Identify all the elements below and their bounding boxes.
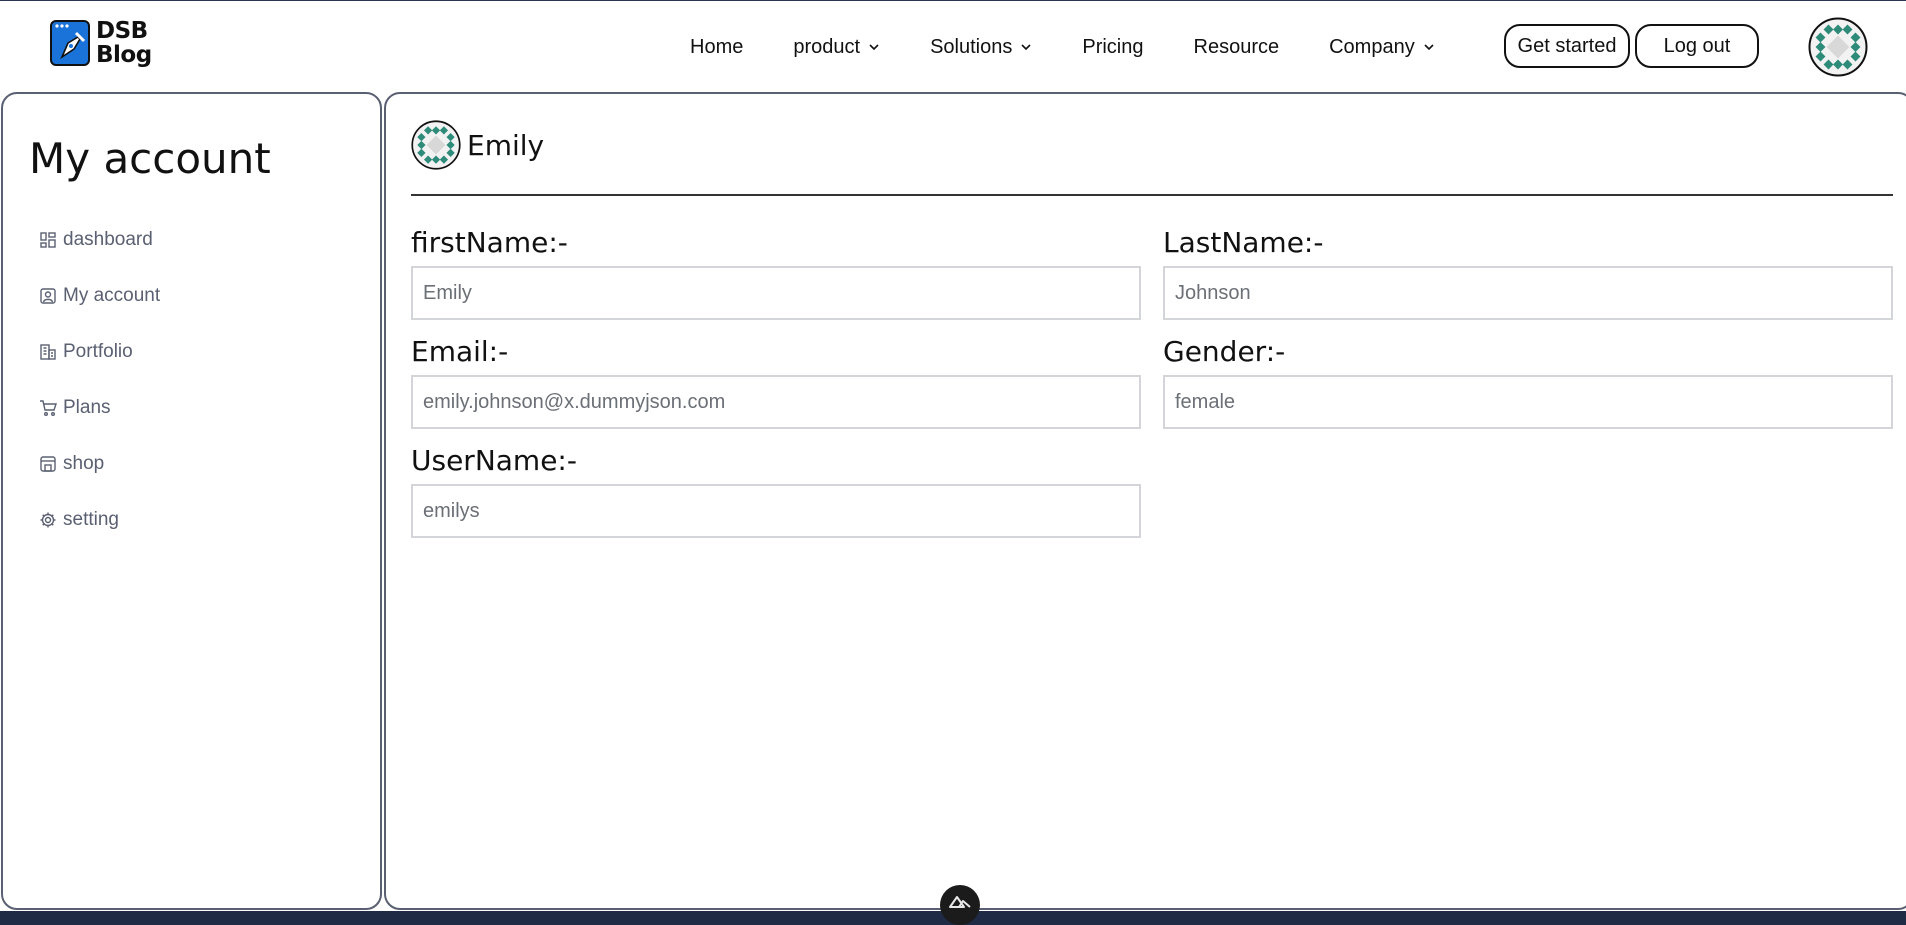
- logo-line-2: Blog: [96, 42, 152, 68]
- chevron-down-icon: [869, 44, 879, 51]
- profile-name: Emily: [467, 128, 545, 162]
- main-nav: Home product Solutions Pricing Resource …: [690, 27, 1485, 67]
- sidebar-item-setting[interactable]: setting: [39, 492, 160, 548]
- account-sidebar: My account dashboard My account Portfoli…: [1, 92, 382, 910]
- nav-product[interactable]: product: [793, 36, 880, 59]
- logo-text: DSB Blog: [96, 19, 152, 67]
- sidebar-item-label: shop: [63, 453, 105, 474]
- devtools-badge[interactable]: [940, 885, 980, 925]
- geometric-avatar-icon: [411, 120, 461, 170]
- site-logo[interactable]: DSB Blog: [50, 19, 152, 67]
- nav-pricing-label: Pricing: [1082, 35, 1144, 58]
- sidebar-item-label: setting: [63, 509, 119, 530]
- chevron-down-icon: [1424, 44, 1434, 51]
- gear-icon: [40, 512, 56, 528]
- email-input[interactable]: [411, 375, 1141, 429]
- profile-header: Emily: [411, 120, 544, 170]
- nav-company-label: Company: [1329, 35, 1415, 58]
- dashboard-icon: [40, 232, 56, 248]
- logo-line-1: DSB: [96, 18, 148, 44]
- nav-home-label: Home: [690, 35, 744, 58]
- mountain-logo-icon: [949, 896, 971, 908]
- cart-icon: [40, 400, 57, 416]
- sidebar-item-dashboard[interactable]: dashboard: [39, 212, 160, 268]
- username-label: UserName:-: [411, 444, 577, 477]
- username-field: UserName:-: [411, 442, 1141, 538]
- first-name-field: firstName:-: [411, 224, 1141, 320]
- nav-resource[interactable]: Resource: [1194, 36, 1280, 59]
- user-icon: [40, 288, 56, 304]
- get-started-button[interactable]: Get started: [1504, 24, 1630, 68]
- email-field: Email:-: [411, 333, 1141, 429]
- sidebar-item-plans[interactable]: Plans: [39, 380, 160, 436]
- sidebar-title: My account: [29, 134, 271, 183]
- nav-resource-label: Resource: [1193, 35, 1280, 58]
- nav-solutions[interactable]: Solutions: [930, 36, 1032, 59]
- sidebar-item-shop[interactable]: shop: [39, 436, 160, 492]
- gender-label: Gender:-: [1163, 335, 1286, 368]
- last-name-field: LastName:-: [1163, 224, 1893, 320]
- email-label: Email:-: [411, 335, 509, 368]
- sidebar-item-label: Portfolio: [63, 341, 133, 362]
- geometric-avatar-icon[interactable]: [1808, 17, 1868, 77]
- top-navbar: DSB Blog Home product Solutions Pricing …: [0, 1, 1906, 91]
- nav-product-label: product: [793, 35, 861, 58]
- gender-input[interactable]: [1163, 375, 1893, 429]
- first-name-input[interactable]: [411, 266, 1141, 320]
- nav-home[interactable]: Home: [690, 36, 743, 59]
- sidebar-item-portfolio[interactable]: Portfolio: [39, 324, 160, 380]
- profile-panel: Emily firstName:- LastName:- Email:- Gen…: [384, 92, 1906, 910]
- sidebar-item-label: dashboard: [63, 229, 153, 250]
- nav-solutions-label: Solutions: [930, 35, 1013, 58]
- page: DSB Blog Home product Solutions Pricing …: [0, 0, 1906, 925]
- nav-company[interactable]: Company: [1329, 36, 1435, 59]
- divider: [411, 194, 1893, 196]
- chevron-down-icon: [1021, 44, 1031, 51]
- sidebar-menu: dashboard My account Portfolio Plans sho…: [39, 212, 160, 548]
- sidebar-item-label: My account: [63, 285, 161, 306]
- nav-pricing[interactable]: Pricing: [1082, 36, 1143, 59]
- store-icon: [40, 456, 56, 472]
- logout-button[interactable]: Log out: [1635, 24, 1759, 68]
- pen-logo-icon: [50, 20, 90, 66]
- last-name-label: LastName:-: [1163, 226, 1324, 259]
- first-name-label: firstName:-: [411, 226, 568, 259]
- last-name-input[interactable]: [1163, 266, 1893, 320]
- username-input[interactable]: [411, 484, 1141, 538]
- gender-field: Gender:-: [1163, 333, 1893, 429]
- building-icon: [40, 344, 56, 360]
- sidebar-item-my-account[interactable]: My account: [39, 268, 160, 324]
- sidebar-item-label: Plans: [63, 397, 111, 418]
